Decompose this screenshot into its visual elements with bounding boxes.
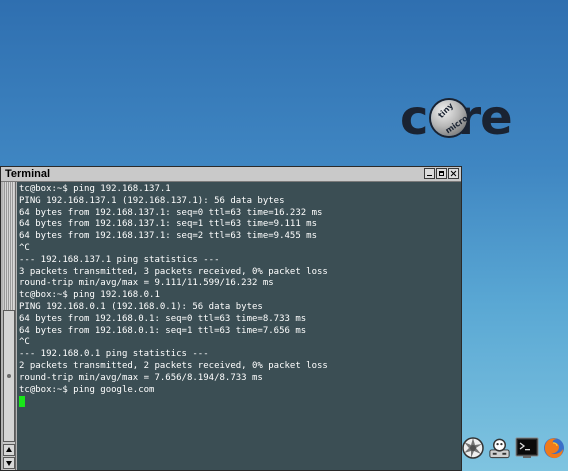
terminal-output[interactable]: tc@box:~$ ping 192.168.137.1 PING 192.168… <box>17 182 461 470</box>
terminal-window[interactable]: Terminal tc@box:~$ ping 192.168.137.1 PIN… <box>0 166 462 471</box>
terminal-line: tc@box:~$ ping 192.168.137.1 <box>19 184 171 194</box>
close-button[interactable] <box>448 168 459 179</box>
terminal-line: ^C <box>19 337 30 348</box>
terminal-line: 2 packets transmitted, 2 packets receive… <box>19 360 328 371</box>
scroll-up-button[interactable] <box>3 444 15 456</box>
firefox-icon[interactable] <box>541 433 566 463</box>
terminal-line: tc@box:~$ ping google.com <box>19 384 155 395</box>
terminal-icon[interactable] <box>514 433 539 463</box>
terminal-line: 64 bytes from 192.168.137.1: seq=2 ttl=6… <box>19 231 318 242</box>
terminal-line: 3 packets transmitted, 3 packets receive… <box>19 266 328 277</box>
window-title: Terminal <box>5 168 51 180</box>
terminal-line: 64 bytes from 192.168.137.1: seq=0 ttl=6… <box>19 207 323 218</box>
control-panel-icon[interactable] <box>487 433 512 463</box>
terminal-line: tc@box:~$ ping 192.168.0.1 <box>19 290 160 301</box>
maximize-button[interactable] <box>436 168 447 179</box>
terminal-line: 64 bytes from 192.168.0.1: seq=0 ttl=63 … <box>19 313 307 324</box>
terminal-lines: tc@box:~$ ping 192.168.137.1 PING 192.168… <box>19 184 328 408</box>
minimize-button[interactable] <box>424 168 435 179</box>
apps-icon[interactable] <box>460 433 485 463</box>
scrollbar-thumb[interactable] <box>3 310 15 442</box>
terminal-line: round-trip min/avg/max = 9.111/11.599/16… <box>19 278 274 289</box>
terminal-line: PING 192.168.0.1 (192.168.0.1): 56 data … <box>19 301 263 312</box>
terminal-line: --- 192.168.0.1 ping statistics --- <box>19 349 209 360</box>
terminal-line: --- 192.168.137.1 ping statistics --- <box>19 254 220 265</box>
terminal-cursor-line <box>19 396 328 408</box>
window-buttons <box>423 168 459 179</box>
tinycore-logo: c re tiny micro <box>400 92 530 144</box>
terminal-cursor <box>19 396 25 408</box>
terminal-line: round-trip min/avg/max = 7.656/8.194/8.7… <box>19 372 263 383</box>
dock <box>460 433 566 467</box>
terminal-line: 64 bytes from 192.168.0.1: seq=1 ttl=63 … <box>19 325 307 336</box>
window-titlebar[interactable]: Terminal <box>1 167 461 182</box>
scroll-down-button[interactable] <box>3 457 15 469</box>
terminal-line: PING 192.168.137.1 (192.168.137.1): 56 d… <box>19 195 285 206</box>
logo-prefix: c <box>400 90 428 146</box>
logo-ball-top-text: tiny <box>436 101 456 120</box>
terminal-line: 64 bytes from 192.168.137.1: seq=1 ttl=6… <box>19 219 318 230</box>
terminal-scrollbar[interactable] <box>3 182 16 470</box>
logo-ball-icon: tiny micro <box>431 100 470 136</box>
terminal-line: ^C <box>19 242 30 253</box>
